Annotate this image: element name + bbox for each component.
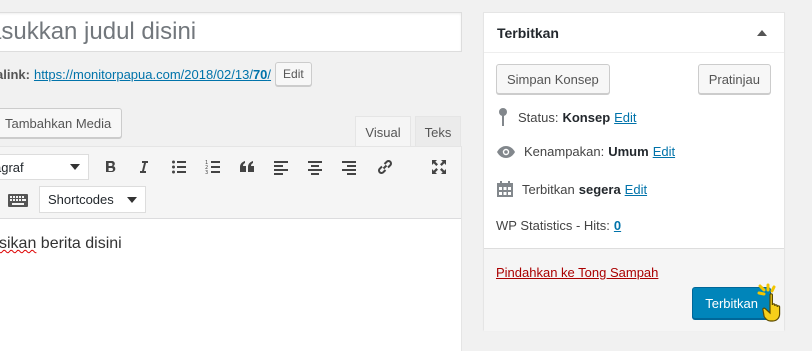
bullet-list-icon[interactable] xyxy=(167,155,191,179)
shortcodes-select-value: Shortcodes xyxy=(48,192,114,207)
post-title-input[interactable] xyxy=(0,13,461,51)
move-to-trash-link[interactable]: Pindahkan ke Tong Sampah xyxy=(496,265,658,280)
schedule-label: Terbitkan xyxy=(522,181,575,197)
schedule-row: Terbitkan segera Edit xyxy=(496,180,647,198)
chevron-down-icon xyxy=(127,196,137,203)
keyboard-icon[interactable] xyxy=(7,189,29,211)
publish-actions: Pindahkan ke Tong Sampah Terbitkan xyxy=(484,248,784,331)
align-left-icon[interactable] xyxy=(269,155,293,179)
svg-text:3: 3 xyxy=(205,170,208,175)
permalink-row: alink: https://monitorpapua.com/2018/02/… xyxy=(0,62,312,86)
publish-box-header[interactable]: Terbitkan xyxy=(484,13,784,53)
stats-label: WP Statistics - Hits: xyxy=(496,218,610,233)
blockquote-icon[interactable] xyxy=(235,155,259,179)
stats-hits-link[interactable]: 0 xyxy=(614,218,621,233)
permalink-edit-button[interactable]: Edit xyxy=(275,62,312,86)
format-select[interactable]: agraf xyxy=(0,154,89,180)
numbered-list-icon[interactable]: 123 xyxy=(201,155,225,179)
permalink-link[interactable]: https://monitorpapua.com/2018/02/13/70/ xyxy=(34,67,271,82)
content-text: berita disini xyxy=(36,235,122,252)
shortcodes-select[interactable]: Shortcodes xyxy=(39,186,146,213)
bold-icon[interactable] xyxy=(99,155,123,179)
visibility-value: Umum xyxy=(608,144,649,159)
save-draft-button[interactable]: Simpan Konsep xyxy=(496,64,610,94)
stats-row: WP Statistics - Hits: 0 xyxy=(496,218,621,233)
collapse-arrow-icon[interactable] xyxy=(757,30,767,36)
tab-visual[interactable]: Visual xyxy=(355,116,411,147)
pointer-cursor-icon xyxy=(757,283,781,322)
misspelled-word: sikan xyxy=(0,235,37,252)
tab-text[interactable]: Teks xyxy=(415,116,461,147)
publish-box: Terbitkan Simpan Konsep Pratinjau Status… xyxy=(483,12,785,331)
link-icon[interactable] xyxy=(373,155,397,179)
schedule-edit-link[interactable]: Edit xyxy=(625,182,647,197)
status-value: Konsep xyxy=(562,109,611,125)
status-edit-link[interactable]: Edit xyxy=(614,110,636,125)
format-select-value: agraf xyxy=(0,159,24,175)
align-right-icon[interactable] xyxy=(337,155,361,179)
calendar-icon xyxy=(497,181,513,197)
post-title-field[interactable] xyxy=(0,12,462,52)
chevron-down-icon xyxy=(70,164,80,170)
status-row: Status: Konsep Edit xyxy=(496,107,637,127)
schedule-value: segera xyxy=(578,181,621,197)
publish-box-title: Terbitkan xyxy=(497,24,559,41)
preview-button[interactable]: Pratinjau xyxy=(697,64,771,94)
visibility-label: Kenampakan: xyxy=(524,144,605,159)
visibility-edit-link[interactable]: Edit xyxy=(653,144,675,159)
editor-toolbar: agraf 123 xyxy=(0,147,461,219)
eye-icon xyxy=(497,145,515,158)
italic-icon[interactable] xyxy=(131,155,155,179)
visibility-row: Kenampakan: Umum Edit xyxy=(496,144,675,159)
fullscreen-icon[interactable] xyxy=(427,155,451,179)
add-media-button[interactable]: Tambahkan Media xyxy=(0,108,123,138)
permalink-label: alink: xyxy=(0,66,30,82)
pin-icon xyxy=(499,108,507,126)
align-center-icon[interactable] xyxy=(303,155,327,179)
editor-content[interactable]: sikan berita disini xyxy=(0,235,122,253)
post-editor: agraf 123 xyxy=(0,146,462,351)
status-label: Status: xyxy=(518,109,559,125)
